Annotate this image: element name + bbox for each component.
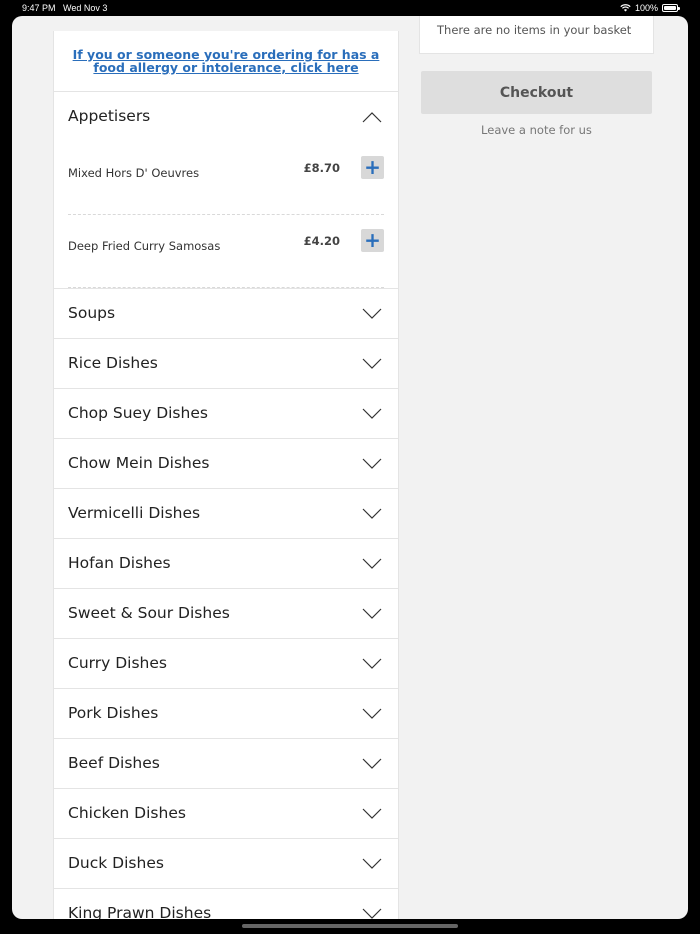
chevron-down-icon xyxy=(362,458,382,469)
category-header-duck-dishes[interactable]: Duck Dishes xyxy=(54,839,398,889)
category-header-beef-dishes[interactable]: Beef Dishes xyxy=(54,739,398,789)
chevron-down-icon xyxy=(362,758,382,769)
chevron-down-icon xyxy=(362,908,382,919)
chevron-up-icon xyxy=(362,112,382,123)
category-appetisers: Appetisers Mixed Hors D' Oeuvres £8.70 +… xyxy=(54,92,398,289)
category-label: Curry Dishes xyxy=(68,654,167,672)
category-header-curry-dishes[interactable]: Curry Dishes xyxy=(54,639,398,689)
battery-percent: 100% xyxy=(634,3,658,13)
category-label: Chicken Dishes xyxy=(68,804,186,822)
chevron-down-icon xyxy=(362,408,382,419)
chevron-down-icon xyxy=(362,508,382,519)
category-label: Chop Suey Dishes xyxy=(68,404,208,422)
status-bar: 9:47 PM Wed Nov 3 100% xyxy=(0,0,700,16)
menu-item-price: £4.20 xyxy=(303,234,340,248)
menu-column: If you or someone you're ordering for ha… xyxy=(53,31,399,919)
category-header-king-prawn-dishes[interactable]: King Prawn Dishes xyxy=(54,889,398,919)
menu-item-name: Deep Fried Curry Samosas xyxy=(68,239,221,253)
basket-panel: There are no items in your basket xyxy=(419,16,654,54)
home-indicator xyxy=(242,924,458,928)
battery-icon xyxy=(662,4,680,12)
battery-fill xyxy=(664,6,676,10)
category-header-chow-mein-dishes[interactable]: Chow Mein Dishes xyxy=(54,439,398,489)
chevron-down-icon xyxy=(362,708,382,719)
status-date: Wed Nov 3 xyxy=(63,3,108,13)
category-label: Beef Dishes xyxy=(68,754,160,772)
menu-item: Mixed Hors D' Oeuvres £8.70 + xyxy=(68,142,384,215)
allergy-link[interactable]: If you or someone you're ordering for ha… xyxy=(72,48,380,74)
status-time: 9:47 PM xyxy=(22,3,56,13)
category-header-hofan-dishes[interactable]: Hofan Dishes xyxy=(54,539,398,589)
add-item-button[interactable]: + xyxy=(361,229,384,252)
chevron-down-icon xyxy=(362,658,382,669)
chevron-down-icon xyxy=(362,308,382,319)
app-frame: If you or someone you're ordering for ha… xyxy=(12,16,688,919)
category-header-pork-dishes[interactable]: Pork Dishes xyxy=(54,689,398,739)
category-label: Sweet & Sour Dishes xyxy=(68,604,230,622)
checkout-button[interactable]: Checkout xyxy=(421,71,652,114)
category-label: Duck Dishes xyxy=(68,854,164,872)
category-header-soups[interactable]: Soups xyxy=(54,289,398,339)
leave-note-link[interactable]: Leave a note for us xyxy=(421,123,652,137)
category-header-rice-dishes[interactable]: Rice Dishes xyxy=(54,339,398,389)
wifi-icon xyxy=(620,4,631,12)
menu-item-name: Mixed Hors D' Oeuvres xyxy=(68,166,200,180)
category-label: King Prawn Dishes xyxy=(68,904,212,919)
category-header-vermicelli-dishes[interactable]: Vermicelli Dishes xyxy=(54,489,398,539)
category-header-sweet-sour-dishes[interactable]: Sweet & Sour Dishes xyxy=(54,589,398,639)
category-label: Chow Mein Dishes xyxy=(68,454,210,472)
add-item-button[interactable]: + xyxy=(361,156,384,179)
category-header-chop-suey-dishes[interactable]: Chop Suey Dishes xyxy=(54,389,398,439)
chevron-down-icon xyxy=(362,358,382,369)
category-label: Appetisers xyxy=(68,107,151,125)
category-label: Pork Dishes xyxy=(68,704,159,722)
menu-item-price: £8.70 xyxy=(303,161,340,175)
menu-item: Deep Fried Curry Samosas £4.20 + xyxy=(68,215,384,288)
category-label: Soups xyxy=(68,304,116,322)
chevron-down-icon xyxy=(362,558,382,569)
basket-empty-text: There are no items in your basket xyxy=(437,23,632,37)
category-label: Rice Dishes xyxy=(68,354,158,372)
category-label: Vermicelli Dishes xyxy=(68,504,201,522)
category-header-appetisers[interactable]: Appetisers xyxy=(54,92,398,142)
category-header-chicken-dishes[interactable]: Chicken Dishes xyxy=(54,789,398,839)
chevron-down-icon xyxy=(362,608,382,619)
allergy-notice: If you or someone you're ordering for ha… xyxy=(54,31,398,92)
chevron-down-icon xyxy=(362,858,382,869)
category-label: Hofan Dishes xyxy=(68,554,171,572)
chevron-down-icon xyxy=(362,808,382,819)
